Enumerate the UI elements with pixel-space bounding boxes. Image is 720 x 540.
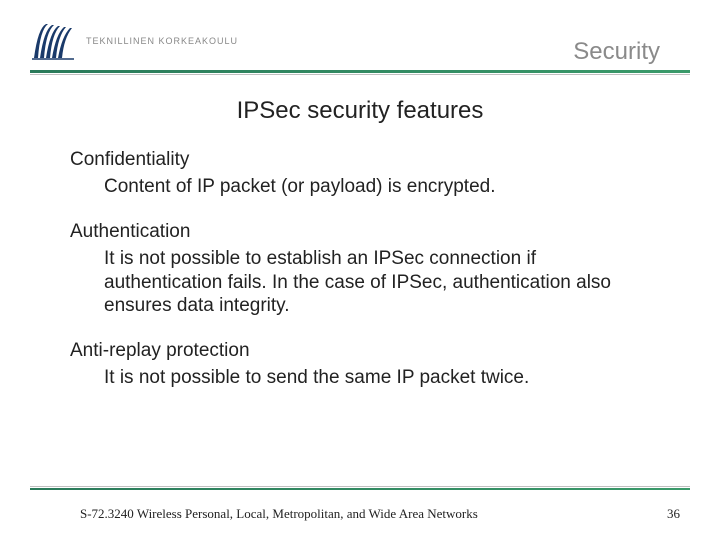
institution-name: TEKNILLINEN KORKEAKOULU — [86, 36, 238, 46]
section-body: It is not possible to establish an IPSec… — [104, 247, 650, 318]
university-logo-icon — [30, 20, 78, 62]
section-body: Content of IP packet (or payload) is enc… — [104, 175, 650, 199]
page-number: 36 — [667, 506, 680, 522]
header-divider-thin — [30, 74, 690, 75]
footer-divider-thin — [30, 486, 690, 487]
course-code: S-72.3240 Wireless Personal, Local, Metr… — [80, 506, 478, 522]
section-heading: Authentication — [70, 221, 650, 243]
header-topic: Security — [573, 38, 660, 66]
slide-content: Confidentiality Content of IP packet (or… — [0, 149, 720, 390]
header-divider — [30, 70, 690, 73]
slide-title: IPSec security features — [0, 97, 720, 125]
slide-header: TEKNILLINEN KORKEAKOULU Security — [0, 0, 720, 62]
section-heading: Anti-replay protection — [70, 340, 650, 362]
section-body: It is not possible to send the same IP p… — [104, 366, 650, 390]
section-heading: Confidentiality — [70, 149, 650, 171]
slide-footer: S-72.3240 Wireless Personal, Local, Metr… — [80, 506, 680, 522]
footer-divider — [30, 488, 690, 490]
